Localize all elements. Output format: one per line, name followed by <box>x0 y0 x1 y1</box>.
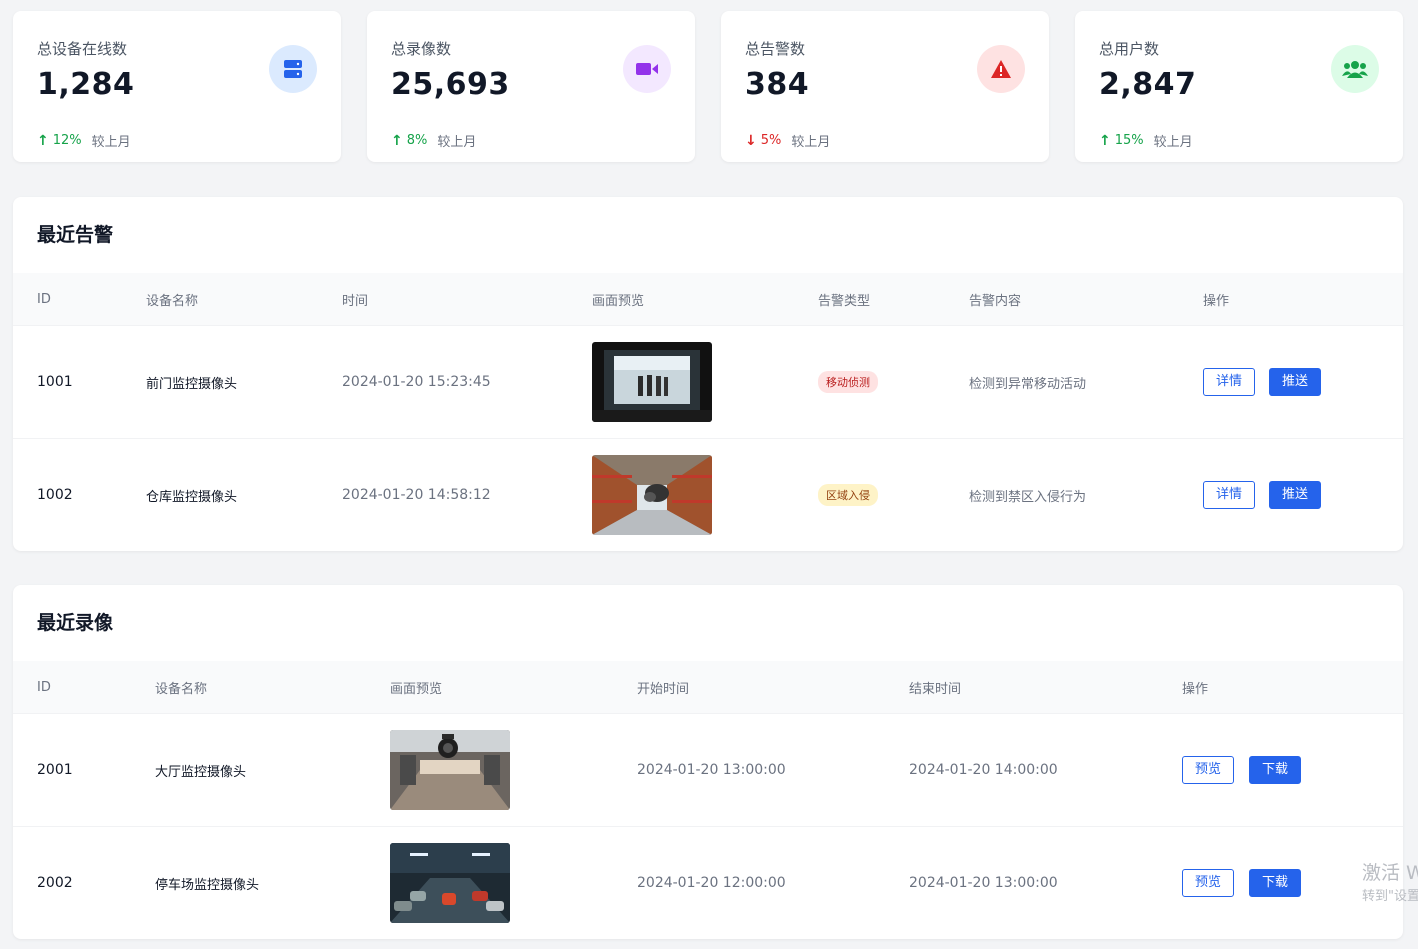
table-row: 2002 停车场监控摄像头 2024-01-20 12:00:00 2024-0… <box>13 826 1403 939</box>
start-time: 2024-01-20 12:00:00 <box>637 875 786 891</box>
activation-watermark: 激活 W <box>1362 862 1418 884</box>
row-id: 1001 <box>37 374 73 390</box>
stat-label: 总用户数 <box>1099 40 1160 58</box>
stats-row: 总设备在线数 1,284 ↑ 12% 较上月 总录像数 25,693 ↑ 8% … <box>13 11 1403 162</box>
end-time: 2024-01-20 14:00:00 <box>909 762 1058 778</box>
stat-trend: ↑ 8% 较上月 <box>391 131 477 151</box>
table-row: 1002 仓库监控摄像头 2024-01-20 14:58:12 区域入侵 检测… <box>13 438 1403 551</box>
stat-label: 总告警数 <box>745 40 806 58</box>
panel-title: 最近录像 <box>37 612 114 634</box>
arrow-up-icon: ↑ <box>37 132 49 149</box>
column-header: 时间 <box>342 293 369 309</box>
preview-button[interactable]: 预览 <box>1182 756 1235 784</box>
activation-watermark-sub: 转到"设置 <box>1362 889 1418 904</box>
trend-value: 15% <box>1114 133 1144 148</box>
alert-time: 2024-01-20 14:58:12 <box>342 487 491 503</box>
table-row: 1001 前门监控摄像头 2024-01-20 15:23:45 移动侦测 检测… <box>13 325 1403 438</box>
row-id: 2002 <box>37 875 73 891</box>
column-header: 画面预览 <box>592 293 645 309</box>
trend-value: 8% <box>406 133 428 148</box>
trend-value: 5% <box>760 133 782 148</box>
end-time: 2024-01-20 13:00:00 <box>909 875 1058 891</box>
start-time: 2024-01-20 13:00:00 <box>637 762 786 778</box>
download-button[interactable]: 下载 <box>1249 869 1302 897</box>
row-id: 1002 <box>37 487 73 503</box>
stat-value: 1,284 <box>37 67 135 102</box>
trend-note: 较上月 <box>437 135 477 150</box>
trend-note: 较上月 <box>1153 135 1193 150</box>
alert-content: 检测到异常移动活动 <box>969 376 1087 392</box>
recent-alerts-panel: 最近告警 ID 设备名称 时间 画面预览 告警类型 告警内容 操作 1001 前… <box>13 197 1403 551</box>
arrow-up-icon: ↑ <box>1099 132 1111 149</box>
recent-recordings-panel: 最近录像 ID 设备名称 画面预览 开始时间 结束时间 操作 2001 大厅监控… <box>13 585 1403 939</box>
table-header: ID 设备名称 画面预览 开始时间 结束时间 操作 <box>13 661 1403 713</box>
stat-value: 25,693 <box>391 67 510 102</box>
column-header: 告警内容 <box>969 293 1022 309</box>
video-camera-icon <box>623 45 671 93</box>
push-button[interactable]: 推送 <box>1269 481 1322 509</box>
arrow-up-icon: ↑ <box>391 132 403 149</box>
alert-time: 2024-01-20 15:23:45 <box>342 374 491 390</box>
trend-note: 较上月 <box>791 135 831 150</box>
alert-content: 检测到禁区入侵行为 <box>969 489 1087 505</box>
stat-label: 总录像数 <box>391 40 452 58</box>
column-header: 结束时间 <box>909 681 962 697</box>
alert-type-badge: 移动侦测 <box>818 371 878 393</box>
detail-button[interactable]: 详情 <box>1203 368 1256 396</box>
table-header: ID 设备名称 时间 画面预览 告警类型 告警内容 操作 <box>13 273 1403 325</box>
stat-trend: ↓ 5% 较上月 <box>745 131 831 151</box>
column-header: 操作 <box>1182 681 1209 697</box>
column-header: 设备名称 <box>155 681 208 697</box>
trend-note: 较上月 <box>91 135 131 150</box>
stat-card-alerts: 总告警数 384 ↓ 5% 较上月 <box>721 11 1049 162</box>
column-header: ID <box>37 679 51 695</box>
column-header: 开始时间 <box>637 681 690 697</box>
users-icon <box>1331 45 1379 93</box>
preview-thumbnail[interactable] <box>592 455 712 535</box>
stat-trend: ↑ 15% 较上月 <box>1099 131 1193 151</box>
warning-icon <box>977 45 1025 93</box>
column-header: 画面预览 <box>390 681 443 697</box>
download-button[interactable]: 下载 <box>1249 756 1302 784</box>
column-header: 操作 <box>1203 293 1230 309</box>
trend-value: 12% <box>52 133 82 148</box>
stat-trend: ↑ 12% 较上月 <box>37 131 131 151</box>
preview-button[interactable]: 预览 <box>1182 869 1235 897</box>
preview-thumbnail[interactable] <box>390 730 510 810</box>
stat-label: 总设备在线数 <box>37 40 128 58</box>
server-icon <box>269 45 317 93</box>
panel-title: 最近告警 <box>37 224 114 246</box>
arrow-down-icon: ↓ <box>745 132 757 149</box>
stat-value: 384 <box>745 67 810 102</box>
alert-type-badge: 区域入侵 <box>818 484 878 506</box>
column-header: 告警类型 <box>818 293 871 309</box>
stat-card-users: 总用户数 2,847 ↑ 15% 较上月 <box>1075 11 1403 162</box>
column-header: 设备名称 <box>146 293 199 309</box>
device-name: 大厅监控摄像头 <box>155 764 247 780</box>
row-id: 2001 <box>37 762 73 778</box>
stat-card-recordings: 总录像数 25,693 ↑ 8% 较上月 <box>367 11 695 162</box>
detail-button[interactable]: 详情 <box>1203 481 1256 509</box>
stat-value: 2,847 <box>1099 67 1197 102</box>
preview-thumbnail[interactable] <box>390 843 510 923</box>
preview-thumbnail[interactable] <box>592 342 712 422</box>
push-button[interactable]: 推送 <box>1269 368 1322 396</box>
stat-card-devices: 总设备在线数 1,284 ↑ 12% 较上月 <box>13 11 341 162</box>
device-name: 仓库监控摄像头 <box>146 489 238 505</box>
device-name: 前门监控摄像头 <box>146 376 238 392</box>
column-header: ID <box>37 291 51 307</box>
device-name: 停车场监控摄像头 <box>155 877 260 893</box>
table-row: 2001 大厅监控摄像头 2024-01-20 13:00:00 2024-01… <box>13 713 1403 826</box>
